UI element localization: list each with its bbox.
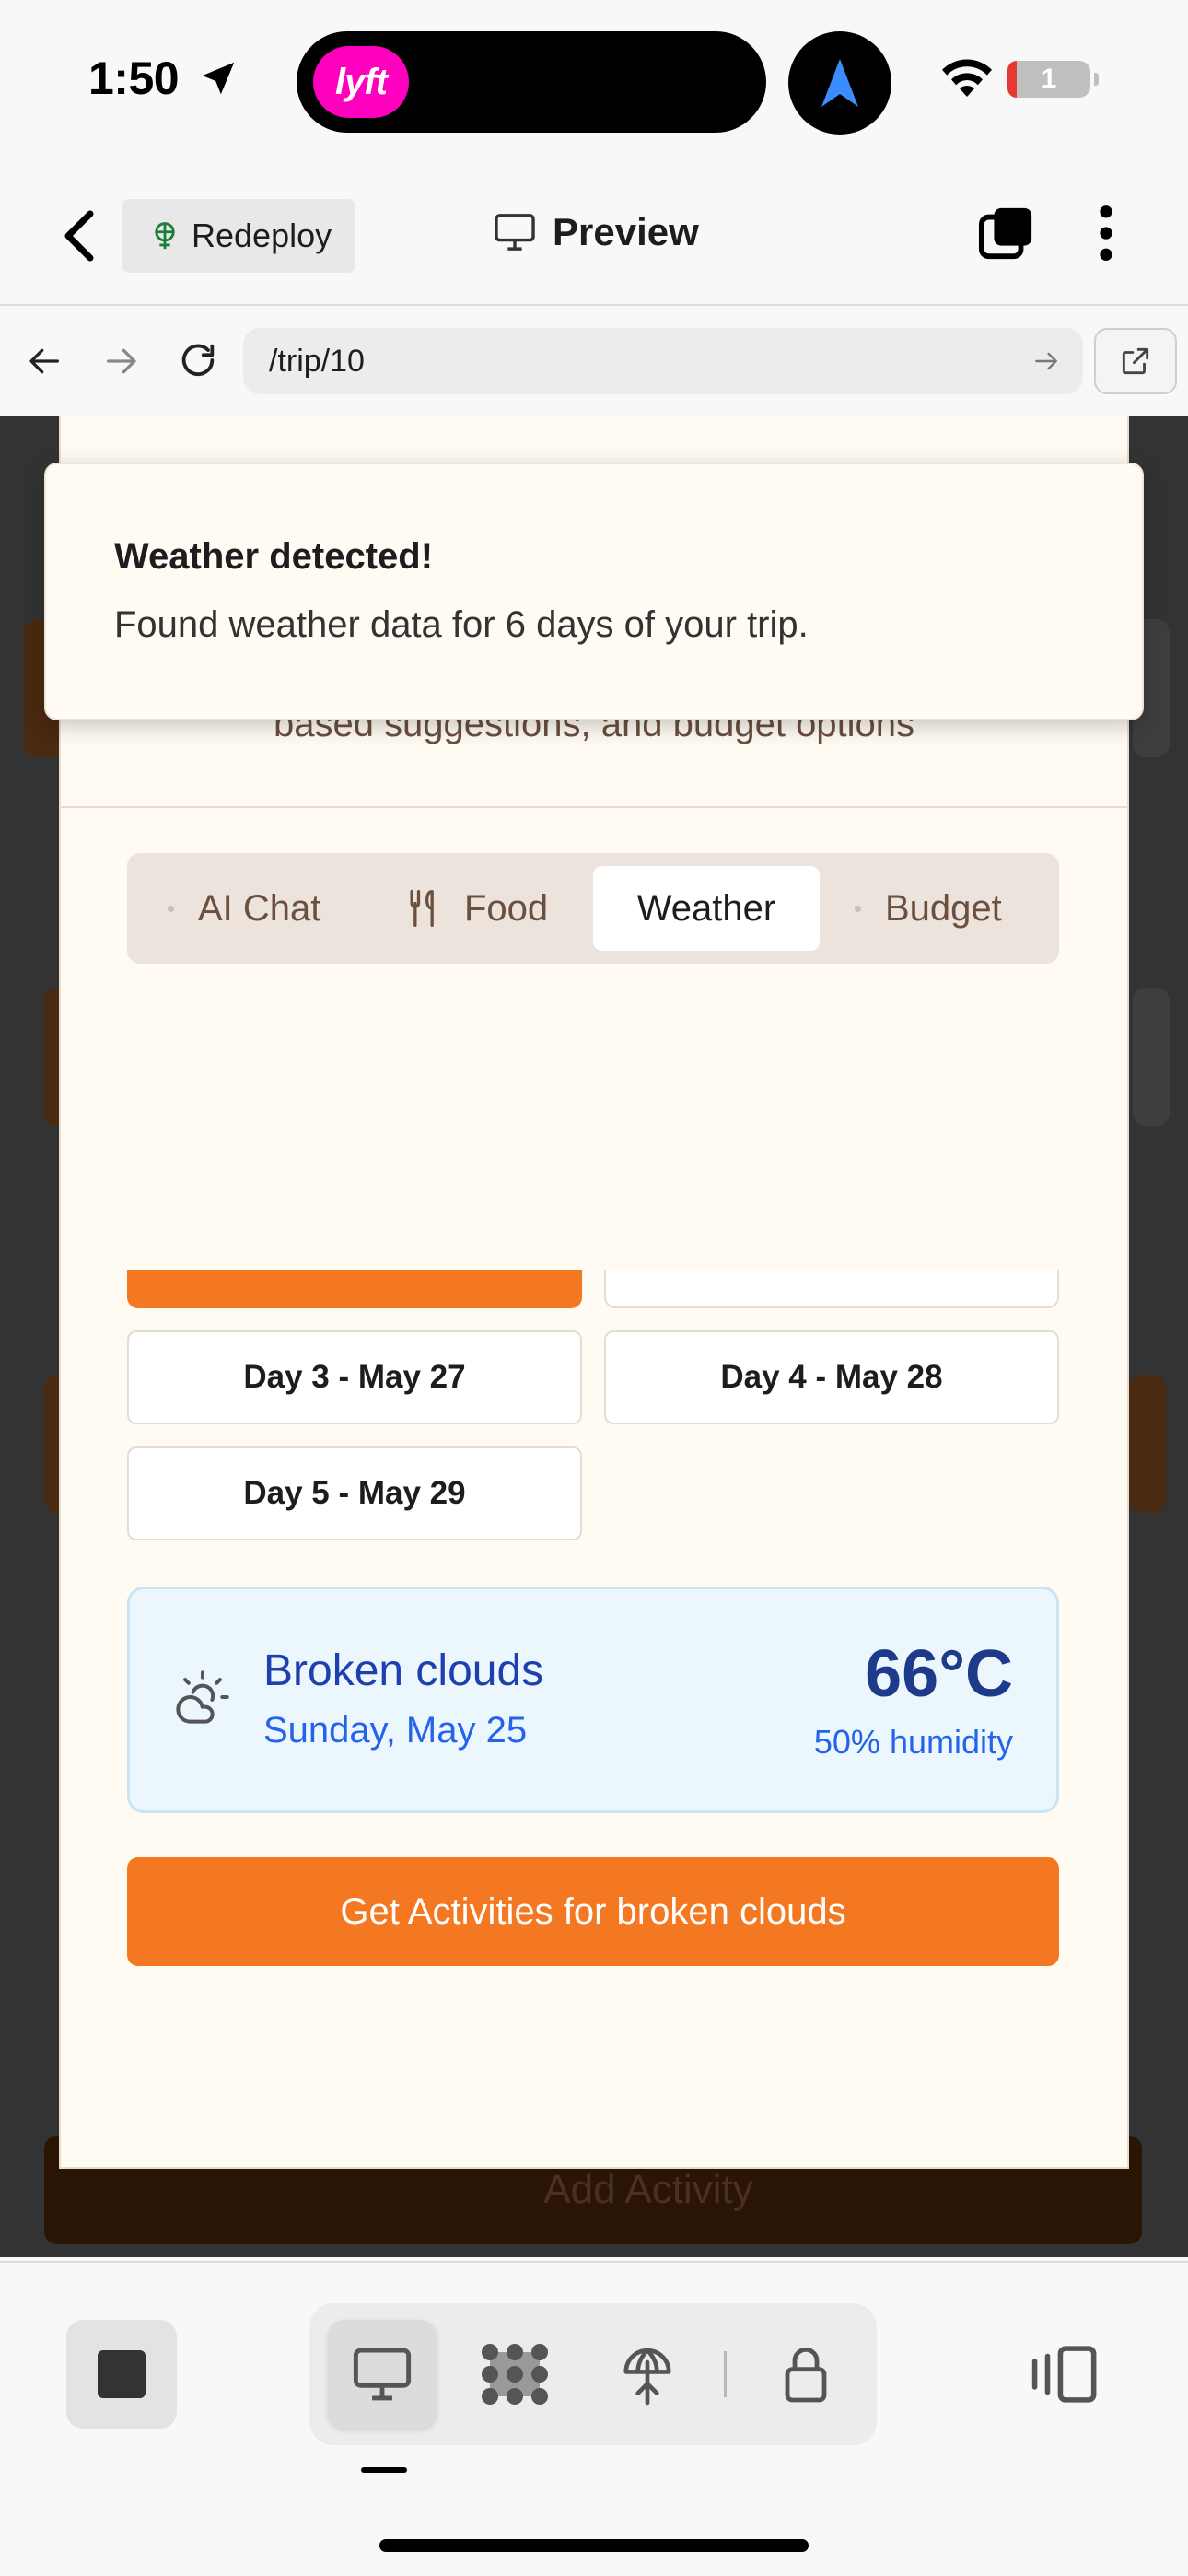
reload-icon[interactable] (177, 339, 219, 381)
more-options-icon[interactable] (1094, 205, 1118, 262)
tabs-switcher-icon[interactable] (978, 205, 1035, 262)
globe-tree-icon (623, 2348, 671, 2406)
day-buttons-clipped-row (127, 1270, 1059, 1310)
navigation-arrow-icon (821, 59, 858, 107)
stop-button[interactable] (66, 2320, 177, 2429)
toast-message: Found weather data for 6 days of your tr… (114, 604, 809, 645)
blocks-pattern-icon (482, 2344, 548, 2405)
bg-card (1129, 1375, 1166, 1513)
globe-tree-icon (155, 222, 175, 250)
url-input[interactable]: /trip/10 (243, 328, 1083, 394)
day-button-selected[interactable] (127, 1270, 582, 1308)
monitor-icon (353, 2348, 412, 2401)
preview-title[interactable]: Preview (494, 210, 699, 254)
cloud-sun-icon (176, 1670, 229, 1724)
lyft-live-activity: lyft (313, 46, 409, 118)
view-switcher-divider (724, 2351, 727, 2397)
toast-title: Weather detected! (114, 536, 434, 577)
tab-label: Budget (885, 887, 1002, 929)
day-button-5[interactable]: Day 5 - May 29 (127, 1446, 582, 1540)
external-link-icon (1122, 347, 1149, 375)
location-arrow-icon (202, 62, 235, 95)
tab-label: Weather (636, 887, 776, 929)
toast-notification (44, 463, 1144, 720)
deploy-view-button[interactable] (593, 2320, 702, 2429)
preview-label: Preview (553, 210, 699, 253)
redeploy-button[interactable]: Redeploy (122, 199, 355, 273)
day-button-4[interactable]: Day 4 - May 28 (604, 1330, 1059, 1424)
tab-ai-chat[interactable]: AI Chat (168, 866, 379, 951)
tab-weather[interactable]: Weather (593, 866, 820, 951)
back-chevron-icon[interactable] (61, 210, 98, 262)
day-button[interactable] (604, 1270, 1059, 1308)
utensils-icon (410, 890, 434, 927)
tab-label: Food (464, 887, 549, 929)
open-external-button[interactable] (1094, 328, 1177, 394)
weather-humidity: 50% humidity (813, 1723, 1013, 1761)
dot-icon (855, 905, 861, 912)
browser-forward-icon[interactable] (101, 343, 140, 380)
tab-label: AI Chat (198, 887, 321, 929)
dot-icon (168, 905, 174, 912)
monitor-icon (495, 214, 535, 251)
go-arrow-icon[interactable] (1030, 346, 1063, 376)
lock-icon (785, 2347, 827, 2403)
workspace-view-button[interactable] (460, 2320, 569, 2429)
weather-date: Sunday, May 25 (263, 1710, 528, 1751)
status-time: 1:50 (88, 53, 180, 104)
desktop-view-button[interactable] (328, 2320, 437, 2429)
weather-condition: Broken clouds (263, 1646, 544, 1695)
tab-food[interactable]: Food (403, 866, 615, 951)
assistant-tabs: AI Chat Food Weather Budget (127, 853, 1059, 964)
active-view-indicator (361, 2467, 407, 2473)
redeploy-label: Redeploy (192, 217, 332, 254)
navigation-activity (788, 31, 891, 135)
bg-card (1133, 988, 1170, 1126)
get-activities-button[interactable]: Get Activities for broken clouds (127, 1857, 1059, 1966)
tab-budget[interactable]: Budget (855, 866, 1048, 951)
stop-icon (98, 2350, 146, 2398)
battery-indicator: 1 (1007, 61, 1099, 98)
weather-temperature: 66°C (865, 1637, 1013, 1711)
day-button-3[interactable]: Day 3 - May 27 (127, 1330, 582, 1424)
modal-divider (59, 806, 1129, 808)
wifi-icon (942, 59, 992, 97)
panel-toggle-icon[interactable] (1030, 2342, 1101, 2406)
browser-back-icon[interactable] (26, 343, 64, 380)
add-activity-label: Add Activity (543, 2167, 753, 2212)
lock-button[interactable] (751, 2320, 860, 2429)
home-indicator (379, 2539, 809, 2552)
